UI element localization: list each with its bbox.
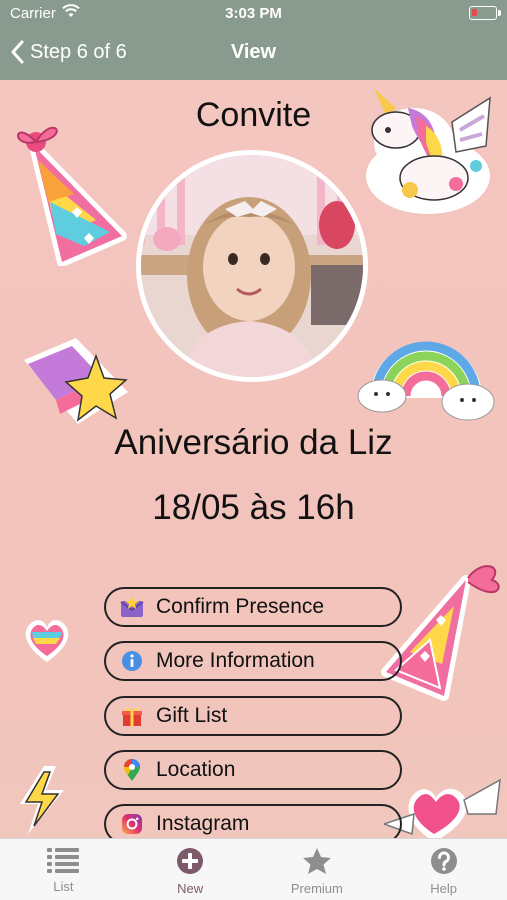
instagram-label: Instagram <box>156 812 250 835</box>
nav-title: View <box>230 41 277 63</box>
clock: 3:03 PM <box>225 5 282 22</box>
winged-heart-sticker <box>381 774 504 838</box>
lightning-sticker <box>14 764 70 838</box>
event-date: 18/05 às 16h <box>152 488 355 527</box>
tab-list[interactable]: List <box>0 839 127 900</box>
status-bar: Carrier 3:03 PM <box>0 0 507 28</box>
envelope-star-icon <box>120 595 144 619</box>
instagram-icon <box>120 812 144 836</box>
tab-help-label: Help <box>430 881 457 896</box>
tab-new-label: New <box>177 881 204 896</box>
tab-premium[interactable]: Premium <box>254 839 381 900</box>
instagram-button[interactable]: Instagram <box>104 804 402 838</box>
invite-title: Convite <box>195 96 312 134</box>
star-icon <box>302 848 331 874</box>
star-sticker <box>16 330 134 433</box>
location-label: Location <box>156 758 236 781</box>
gift-list-button[interactable]: Gift List <box>104 696 402 736</box>
party-hat-sticker-2 <box>380 560 507 707</box>
rainbow-sticker <box>356 326 496 431</box>
more-information-label: More Information <box>156 649 315 672</box>
tab-bar: List New Premium Help <box>0 838 507 900</box>
tab-help[interactable]: Help <box>380 839 507 900</box>
map-pin-icon <box>120 758 144 782</box>
heart-sticker <box>20 616 74 671</box>
event-name: Aniversário da Liz <box>114 423 393 462</box>
battery-icon <box>469 6 501 20</box>
info-icon <box>120 649 144 673</box>
birthday-photo <box>136 150 368 382</box>
confirm-presence-label: Confirm Presence <box>156 595 325 618</box>
navigation-bar: Step 6 of 6 View <box>0 28 507 78</box>
list-icon <box>47 848 80 873</box>
more-information-button[interactable]: More Information <box>104 641 402 681</box>
location-button[interactable]: Location <box>104 750 402 790</box>
tab-list-label: List <box>53 879 74 894</box>
gift-icon <box>120 704 144 728</box>
plus-circle-icon <box>177 848 204 874</box>
gift-list-label: Gift List <box>156 704 228 727</box>
confirm-presence-button[interactable]: Confirm Presence <box>104 587 402 627</box>
tab-premium-label: Premium <box>290 881 343 896</box>
tab-new[interactable]: New <box>127 839 254 900</box>
top-bar: Carrier 3:03 PM Step 6 of 6 View <box>0 0 507 80</box>
question-circle-icon <box>430 848 457 874</box>
invitation-view: Convite Aniversário da Liz 18/05 às 16h <box>0 80 507 838</box>
